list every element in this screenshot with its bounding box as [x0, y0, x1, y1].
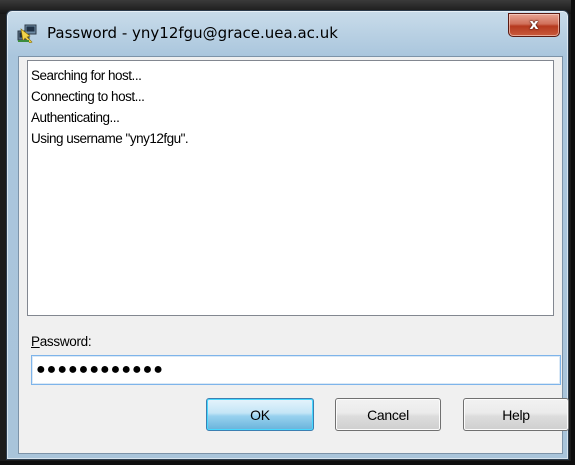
password-field[interactable]: ●●●●●●●●●●●●: [31, 355, 561, 385]
help-button[interactable]: Help: [463, 398, 569, 431]
log-line: Searching for host...: [31, 68, 142, 83]
ok-button[interactable]: OK: [206, 398, 314, 431]
desktop-edge-right: [571, 0, 575, 465]
password-label-text: assword:: [39, 334, 92, 349]
window-title: Password - yny12fgu@grace.uea.ac.uk: [47, 24, 338, 42]
password-masked-value: ●●●●●●●●●●●●: [36, 361, 164, 378]
putty-icon[interactable]: [17, 23, 37, 44]
log-line: Using username "yny12fgu".: [31, 131, 189, 146]
log-line: Authenticating...: [31, 110, 120, 125]
title-bar[interactable]: Password - yny12fgu@grace.uea.ac.uk x: [7, 11, 568, 55]
password-dialog: Password - yny12fgu@grace.uea.ac.uk x Se…: [6, 10, 569, 460]
log-line: Connecting to host...: [31, 89, 145, 104]
close-button[interactable]: x: [508, 13, 560, 37]
connection-log[interactable]: Searching for host... Connecting to host…: [27, 60, 554, 316]
cancel-button[interactable]: Cancel: [335, 398, 441, 431]
password-label: Password:: [31, 334, 92, 349]
desktop-edge-bottom: [0, 461, 575, 465]
password-label-accelerator: P: [31, 334, 40, 349]
close-icon: x: [529, 17, 539, 33]
dialog-client-area: Searching for host... Connecting to host…: [18, 56, 569, 454]
